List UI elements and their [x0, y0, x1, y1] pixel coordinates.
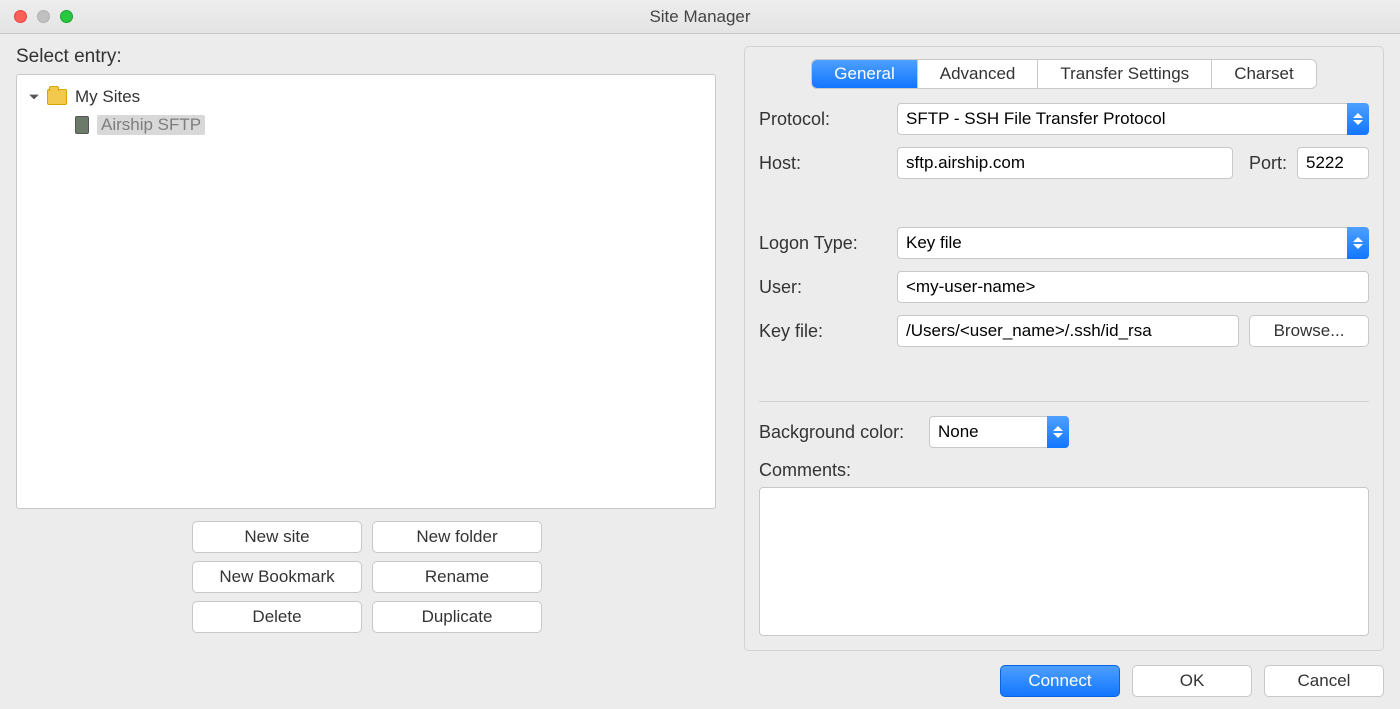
tree-item-label: Airship SFTP: [97, 115, 205, 135]
new-site-button[interactable]: New site: [192, 521, 362, 553]
rename-button[interactable]: Rename: [372, 561, 542, 593]
dropdown-arrows-icon[interactable]: [1347, 227, 1369, 259]
tab-general[interactable]: General: [812, 60, 916, 88]
duplicate-button[interactable]: Duplicate: [372, 601, 542, 633]
logon-type-label: Logon Type:: [759, 233, 887, 254]
window-controls: [0, 10, 73, 23]
dropdown-arrows-icon[interactable]: [1347, 103, 1369, 135]
server-icon: [75, 116, 89, 134]
footer-buttons: Connect OK Cancel: [16, 651, 1384, 697]
delete-button[interactable]: Delete: [192, 601, 362, 633]
section-divider: [759, 401, 1369, 402]
titlebar: Site Manager: [0, 0, 1400, 34]
tree-root-label: My Sites: [75, 87, 140, 107]
tab-advanced[interactable]: Advanced: [917, 60, 1038, 88]
logon-row: Logon Type:: [759, 227, 1369, 259]
bgcolor-select[interactable]: [929, 416, 1069, 448]
entry-buttons: New site New folder New Bookmark Rename …: [192, 521, 716, 633]
minimize-icon[interactable]: [37, 10, 50, 23]
dropdown-arrows-icon[interactable]: [1047, 416, 1069, 448]
user-input[interactable]: [897, 271, 1369, 303]
keyfile-label: Key file:: [759, 321, 887, 342]
tabs: General Advanced Transfer Settings Chars…: [811, 59, 1316, 89]
user-row: User:: [759, 271, 1369, 303]
zoom-icon[interactable]: [60, 10, 73, 23]
close-icon[interactable]: [14, 10, 27, 23]
new-bookmark-button[interactable]: New Bookmark: [192, 561, 362, 593]
window-content: Select entry: My Sites Airship SFTP: [0, 34, 1400, 709]
left-pane: Select entry: My Sites Airship SFTP: [16, 46, 716, 651]
site-tree[interactable]: My Sites Airship SFTP: [16, 74, 716, 509]
select-entry-label: Select entry:: [16, 46, 716, 68]
port-label: Port:: [1249, 153, 1287, 174]
details-pane: General Advanced Transfer Settings Chars…: [744, 46, 1384, 651]
user-label: User:: [759, 277, 887, 298]
logon-type-value[interactable]: [897, 227, 1369, 259]
host-row: Host: Port:: [759, 147, 1369, 179]
host-input[interactable]: [897, 147, 1233, 179]
comments-label: Comments:: [759, 460, 1369, 481]
browse-button[interactable]: Browse...: [1249, 315, 1369, 347]
keyfile-input[interactable]: [897, 315, 1239, 347]
protocol-row: Protocol:: [759, 103, 1369, 135]
protocol-select[interactable]: [897, 103, 1369, 135]
bgcolor-label: Background color:: [759, 422, 919, 443]
logon-type-select[interactable]: [897, 227, 1369, 259]
tab-transfer-settings[interactable]: Transfer Settings: [1037, 60, 1211, 88]
protocol-value[interactable]: [897, 103, 1369, 135]
ok-button[interactable]: OK: [1132, 665, 1252, 697]
cancel-button[interactable]: Cancel: [1264, 665, 1384, 697]
connect-button[interactable]: Connect: [1000, 665, 1120, 697]
tab-charset[interactable]: Charset: [1211, 60, 1316, 88]
protocol-label: Protocol:: [759, 109, 887, 130]
bgcolor-row: Background color:: [759, 416, 1369, 448]
window-title: Site Manager: [0, 7, 1400, 27]
host-label: Host:: [759, 153, 887, 174]
comments-textarea[interactable]: [759, 487, 1369, 636]
port-input[interactable]: [1297, 147, 1369, 179]
tree-item-airship[interactable]: Airship SFTP: [27, 111, 705, 139]
keyfile-row: Key file: Browse...: [759, 315, 1369, 347]
site-manager-window: Site Manager Select entry: My Sites: [0, 0, 1400, 709]
tree-root[interactable]: My Sites: [27, 83, 705, 111]
chevron-down-icon[interactable]: [27, 90, 41, 104]
new-folder-button[interactable]: New folder: [372, 521, 542, 553]
folder-icon: [47, 89, 67, 105]
